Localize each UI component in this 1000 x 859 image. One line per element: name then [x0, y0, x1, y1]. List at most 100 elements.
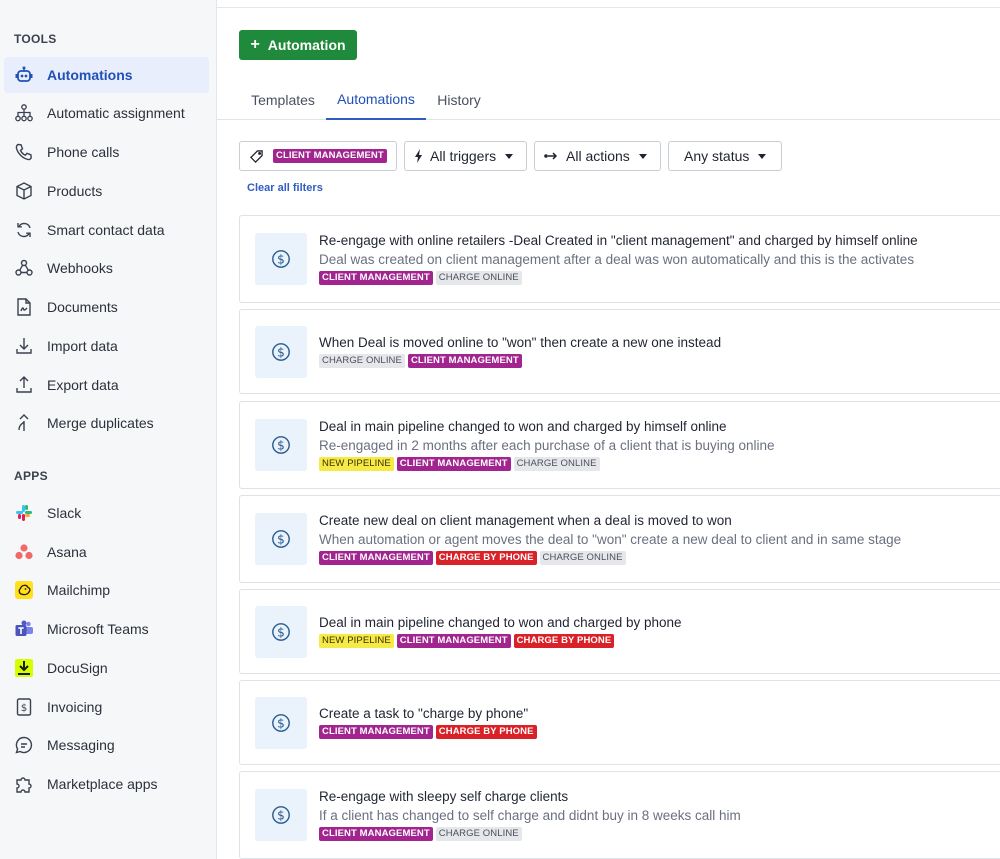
- sidebar-item-label: Automatic assignment: [47, 105, 185, 121]
- arrow-right-icon: [544, 151, 558, 161]
- sidebar-item-docusign[interactable]: DocuSign: [4, 650, 209, 686]
- triggers-filter-dropdown[interactable]: All triggers: [404, 141, 527, 171]
- automation-card[interactable]: $ When Deal is moved online to "won" then…: [239, 309, 1000, 394]
- automation-title: Deal in main pipeline changed to won and…: [319, 615, 682, 630]
- tag-icon: [250, 149, 263, 163]
- sidebar-item-microsoft-teams[interactable]: Microsoft Teams: [4, 611, 209, 647]
- dollar-coin-icon: $: [255, 697, 307, 749]
- sidebar-item-import-data[interactable]: Import data: [4, 328, 209, 364]
- sidebar-item-marketplace-apps[interactable]: Marketplace apps: [4, 766, 209, 802]
- dollar-coin-icon: $: [255, 789, 307, 841]
- box-icon: [13, 180, 35, 202]
- status-filter-label: Any status: [684, 148, 750, 164]
- automation-card[interactable]: $ Deal in main pipeline changed to won an…: [239, 589, 1000, 674]
- automation-description: Re-engaged in 2 months after each purcha…: [319, 438, 775, 453]
- automation-tags: NEW PIPELINE CLIENT MANAGEMENT CHARGE ONLI…: [319, 457, 1000, 473]
- sidebar-item-asana[interactable]: Asana: [4, 534, 209, 570]
- svg-text:$: $: [277, 808, 285, 822]
- tab-automations[interactable]: Automations: [326, 80, 426, 120]
- automation-card-body: Create a task to "charge by phone" CLIENT…: [319, 705, 1000, 741]
- teams-icon: [13, 618, 35, 640]
- invoice-icon: $: [13, 696, 35, 718]
- sidebar-item-label: Smart contact data: [47, 222, 165, 238]
- sidebar-item-label: Export data: [47, 377, 119, 393]
- sidebar-item-label: Slack: [47, 505, 82, 521]
- status-filter-dropdown[interactable]: Any status: [668, 141, 782, 171]
- tag-badge: CHARGE ONLINE: [435, 271, 522, 285]
- chevron-down-icon: [638, 153, 647, 159]
- sidebar-item-messaging[interactable]: Messaging: [4, 727, 209, 763]
- sidebar-item-label: Products: [47, 183, 103, 199]
- sidebar-item-label: Phone calls: [47, 144, 120, 160]
- tag-badge: CLIENT MANAGEMENT: [396, 634, 511, 648]
- triggers-filter-label: All triggers: [430, 148, 497, 164]
- sidebar-item-label: Marketplace apps: [47, 776, 158, 792]
- automation-card[interactable]: $ Deal in main pipeline changed to won an…: [239, 401, 1000, 489]
- clear-all-filters-link[interactable]: Clear all filters: [247, 182, 323, 194]
- sidebar-item-label: Mailchimp: [47, 582, 111, 598]
- automation-card[interactable]: $ Re-engage with sleepy self charge clien…: [239, 771, 1000, 859]
- automation-title: Re-engage with sleepy self charge client…: [319, 789, 569, 804]
- import-icon: [13, 335, 35, 357]
- sidebar-item-label: Automations: [47, 67, 133, 83]
- sidebar-item-export-data[interactable]: Export data: [4, 367, 209, 403]
- sidebar-item-label: Invoicing: [47, 699, 103, 715]
- sidebar-item-label: DocuSign: [47, 660, 108, 676]
- sidebar-item-products[interactable]: Products: [4, 173, 209, 209]
- dollar-coin-icon: $: [255, 326, 307, 378]
- dollar-coin-icon: $: [255, 419, 307, 471]
- sidebar-item-label: Microsoft Teams: [47, 621, 149, 637]
- sidebar-item-label: Webhooks: [47, 260, 113, 276]
- sidebar-item-merge-duplicates[interactable]: Merge duplicates: [4, 405, 209, 441]
- automation-card[interactable]: $ Create a task to "charge by phone" CLIEN…: [239, 680, 1000, 765]
- automation-card-body: Re-engage with online retailers -Deal Cr…: [319, 232, 1000, 287]
- tag-badge: CHARGE BY PHONE: [513, 634, 615, 648]
- automation-title: Create a task to "charge by phone": [319, 706, 529, 721]
- sidebar-item-smart-contact-data[interactable]: Smart contact data: [4, 212, 209, 248]
- sidebar-item-documents[interactable]: Documents: [4, 289, 209, 325]
- chevron-down-icon: [758, 153, 767, 159]
- tag-badge: CLIENT MANAGEMENT: [319, 725, 433, 739]
- lightning-icon: [414, 149, 423, 163]
- actions-filter-label: All actions: [566, 148, 630, 164]
- tag-badge: CHARGE ONLINE: [539, 551, 626, 565]
- sidebar-item-mailchimp[interactable]: Mailchimp: [4, 572, 209, 608]
- sidebar-item-slack[interactable]: Slack: [4, 495, 209, 531]
- actions-filter-dropdown[interactable]: All actions: [534, 141, 661, 171]
- automation-tags: CHARGE ONLINE CLIENT MANAGEMENT: [319, 354, 1000, 370]
- tag-filter-dropdown[interactable]: CLIENT MANAGEMENT: [239, 141, 397, 171]
- automation-card[interactable]: $ Re-engage with online retailers -Deal C…: [239, 215, 1000, 303]
- sidebar-item-invoicing[interactable]: $ Invoicing: [4, 689, 209, 725]
- dollar-coin-icon: $: [255, 513, 307, 565]
- apps-section-title: APPS: [14, 469, 48, 483]
- sidebar-item-phone-calls[interactable]: Phone calls: [4, 134, 209, 170]
- asana-icon: [13, 541, 35, 563]
- svg-text:$: $: [277, 438, 285, 452]
- sidebar-item-webhooks[interactable]: Webhooks: [4, 250, 209, 286]
- automation-robot-icon: [13, 64, 35, 86]
- sidebar-item-label: Import data: [47, 338, 118, 354]
- mailchimp-icon: [13, 579, 35, 601]
- automation-tags: CLIENT MANAGEMENT CHARGE ONLINE: [319, 271, 1000, 287]
- automation-card-body: Re-engage with sleepy self charge client…: [319, 788, 1000, 843]
- svg-text:$: $: [21, 703, 27, 714]
- tag-badge: NEW PIPELINE: [319, 457, 394, 471]
- add-automation-button[interactable]: + Automation: [239, 30, 357, 60]
- tab-history[interactable]: History: [427, 80, 491, 120]
- tag-badge: CLIENT MANAGEMENT: [319, 827, 433, 841]
- top-divider: [217, 7, 1000, 8]
- tab-templates[interactable]: Templates: [241, 80, 325, 120]
- puzzle-icon: [13, 773, 35, 795]
- sidebar-item-automatic-assignment[interactable]: Automatic assignment: [4, 95, 209, 131]
- svg-text:$: $: [277, 625, 285, 639]
- automation-title: Create new deal on client management whe…: [319, 513, 732, 528]
- sidebar-item-automations[interactable]: Automations: [4, 57, 209, 93]
- tag-badge: CHARGE BY PHONE: [435, 551, 537, 565]
- export-icon: [13, 374, 35, 396]
- svg-text:$: $: [277, 716, 285, 730]
- assignment-tree-icon: [13, 102, 35, 124]
- automation-description: When automation or agent moves the deal …: [319, 532, 902, 547]
- tag-badge: CLIENT MANAGEMENT: [407, 354, 522, 368]
- tag-badge: CLIENT MANAGEMENT: [319, 271, 433, 285]
- automation-card[interactable]: $ Create new deal on client management wh…: [239, 495, 1000, 583]
